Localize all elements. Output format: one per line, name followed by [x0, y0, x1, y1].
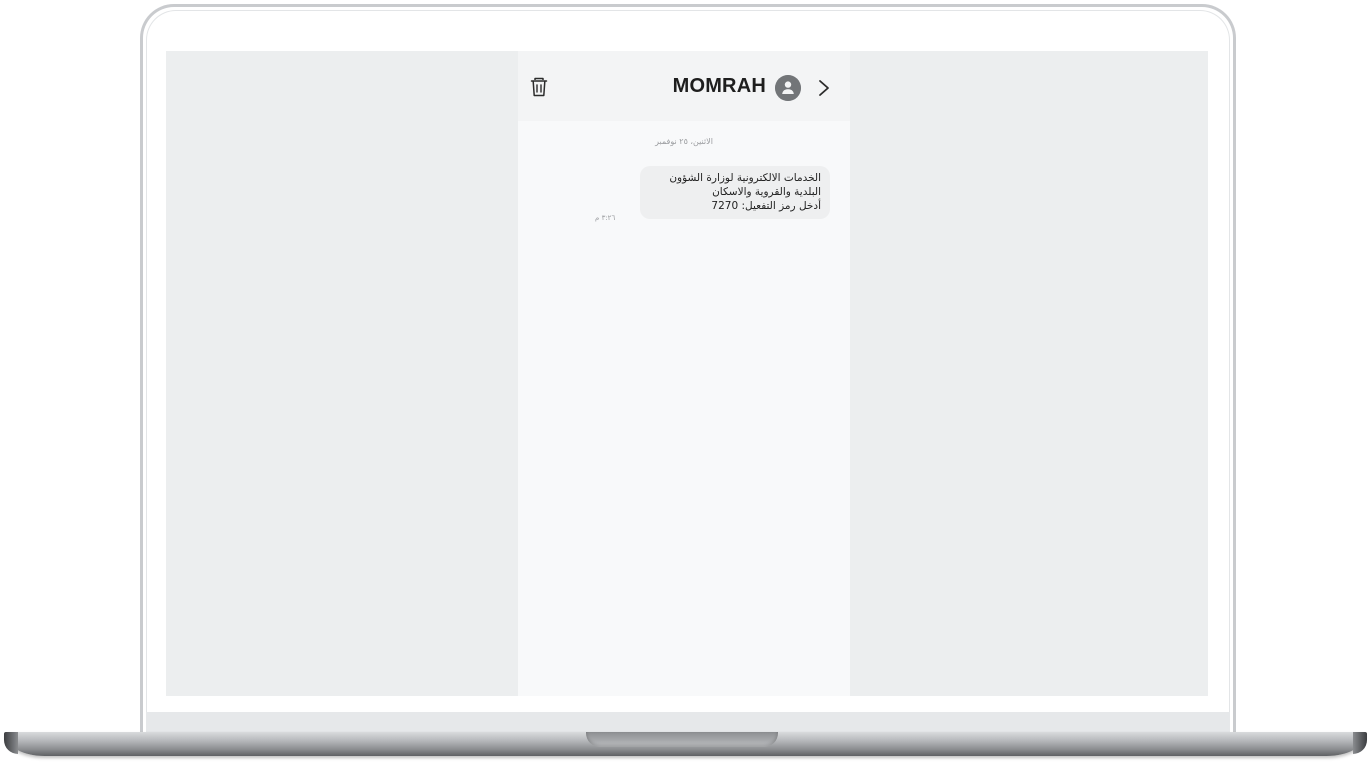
base-edge-right	[1353, 732, 1367, 754]
trash-icon[interactable]	[530, 77, 548, 97]
laptop-notch	[586, 732, 778, 747]
person-avatar-icon[interactable]	[775, 75, 801, 101]
base-edge-left	[4, 732, 18, 754]
sender-name: MOMRAH	[672, 75, 766, 97]
message-bubble[interactable]: الخدمات الالكترونية لوزارة الشؤون البلدي…	[640, 166, 830, 219]
message-line: الخدمات الالكترونية لوزارة الشؤون	[669, 172, 821, 184]
laptop-screen: MOMRAH الاثنين، ٢٥ نوفمبر الخدمات الالكت…	[166, 51, 1208, 696]
laptop-mockup: MOMRAH الاثنين، ٢٥ نوفمبر الخدمات الالكت…	[0, 0, 1371, 773]
message-line: البلدية والقروية والاسكان	[712, 186, 821, 198]
laptop-chin	[146, 712, 1230, 732]
chevron-right-icon[interactable]	[817, 78, 831, 98]
message-line: أدخل رمز التفعيل: 7270	[711, 200, 821, 212]
thread-header: MOMRAH	[518, 51, 850, 121]
message-timestamp: ٣:٢٦ م	[595, 214, 616, 222]
date-separator: الاثنين، ٢٥ نوفمبر	[655, 137, 713, 146]
message-thread-panel: MOMRAH الاثنين، ٢٥ نوفمبر الخدمات الالكت…	[518, 51, 850, 696]
